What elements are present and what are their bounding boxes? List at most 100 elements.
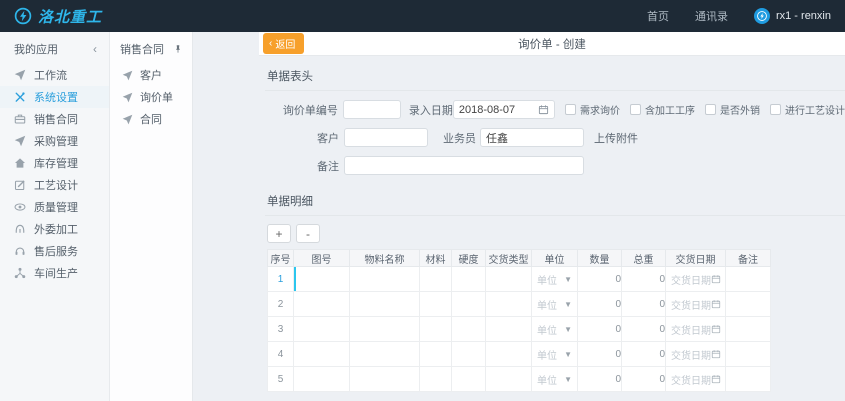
material-cell[interactable]: [420, 292, 452, 317]
entry-date-input[interactable]: 2018-08-07: [453, 100, 555, 119]
qty-cell[interactable]: 0: [578, 342, 622, 367]
add-row-button[interactable]: +: [267, 224, 291, 243]
unit-select-cell[interactable]: 单位▼: [532, 292, 578, 317]
drawing-no-cell[interactable]: [294, 317, 350, 342]
row-number[interactable]: 3: [268, 317, 294, 342]
remark-cell[interactable]: [726, 267, 771, 292]
salesman-input[interactable]: [480, 128, 584, 147]
hardness-cell[interactable]: [452, 292, 486, 317]
qty-cell[interactable]: 0: [578, 267, 622, 292]
hardness-cell[interactable]: [452, 317, 486, 342]
delivery-date-cell[interactable]: 交货日期: [666, 342, 726, 367]
sidebar-item-outsourcing[interactable]: 外委加工: [0, 218, 109, 240]
sidebar-item-after-sales[interactable]: 售后服务: [0, 240, 109, 262]
chevron-down-icon: ▼: [564, 350, 572, 359]
table-row: 1 单位▼ 0 0 交货日期: [268, 267, 771, 292]
remark-cell[interactable]: [726, 367, 771, 392]
drawing-no-cell[interactable]: [294, 367, 350, 392]
delivery-date-cell[interactable]: 交货日期: [666, 367, 726, 392]
back-button[interactable]: ‹ 返回: [263, 33, 304, 54]
upload-attachment-link[interactable]: 上传附件: [594, 130, 638, 146]
unit-select-cell[interactable]: 单位▼: [532, 342, 578, 367]
delivery-type-cell[interactable]: [486, 317, 532, 342]
hardness-cell[interactable]: [452, 342, 486, 367]
material-name-cell[interactable]: [350, 267, 420, 292]
material-name-cell[interactable]: [350, 317, 420, 342]
calendar-icon: [711, 374, 721, 384]
remark-cell[interactable]: [726, 317, 771, 342]
remark-cell[interactable]: [726, 292, 771, 317]
qty-cell[interactable]: 0: [578, 317, 622, 342]
weight-cell[interactable]: 0: [622, 267, 666, 292]
sidebar-item-workshop[interactable]: 车间生产: [0, 262, 109, 284]
checkbox-demand-inquiry[interactable]: 需求询价: [565, 102, 620, 117]
material-cell[interactable]: [420, 342, 452, 367]
checkbox-with-processing[interactable]: 含加工工序: [630, 102, 695, 117]
row-number[interactable]: 2: [268, 292, 294, 317]
sidebar-item-inventory[interactable]: 库存管理: [0, 152, 109, 174]
hardness-cell[interactable]: [452, 367, 486, 392]
user-menu[interactable]: rx1 - renxin: [754, 8, 831, 24]
drawing-no-cell[interactable]: [294, 342, 350, 367]
weight-cell[interactable]: 0: [622, 342, 666, 367]
remark-cell[interactable]: [726, 342, 771, 367]
nav-home[interactable]: 首页: [647, 8, 669, 24]
inquiry-no-input[interactable]: [343, 100, 401, 119]
delivery-type-cell[interactable]: [486, 367, 532, 392]
sidebar-item-system-settings[interactable]: 系统设置: [0, 86, 109, 108]
submenu: 销售合同 客户 询价单 合同: [110, 32, 193, 401]
sidebar-item-quality[interactable]: 质量管理: [0, 196, 109, 218]
remove-row-button[interactable]: -: [296, 224, 320, 243]
material-cell[interactable]: [420, 317, 452, 342]
sidebar-item-purchase[interactable]: 采购管理: [0, 130, 109, 152]
col-qty: 数量: [578, 250, 622, 267]
material-name-cell[interactable]: [350, 367, 420, 392]
delivery-date-cell[interactable]: 交货日期: [666, 267, 726, 292]
material-name-cell[interactable]: [350, 292, 420, 317]
checkbox-box[interactable]: [770, 104, 781, 115]
checkbox-box[interactable]: [630, 104, 641, 115]
checkbox-box[interactable]: [565, 104, 576, 115]
drawing-no-cell[interactable]: [294, 267, 350, 292]
qty-cell[interactable]: 0: [578, 292, 622, 317]
drawing-no-cell[interactable]: [294, 292, 350, 317]
hardness-cell[interactable]: [452, 267, 486, 292]
sidebar-item-workflow[interactable]: 工作流: [0, 64, 109, 86]
material-cell[interactable]: [420, 267, 452, 292]
checkbox-export[interactable]: 是否外销: [705, 102, 760, 117]
sidebar-title: 我的应用: [14, 41, 58, 57]
weight-cell[interactable]: 0: [622, 292, 666, 317]
hand-icon: [14, 223, 26, 235]
submenu-item-inquiry[interactable]: 询价单: [110, 86, 192, 108]
delivery-date-cell[interactable]: 交货日期: [666, 292, 726, 317]
topbar: 洛北重工 首页 通讯录 rx1 - renxin: [0, 0, 845, 32]
pin-icon[interactable]: [173, 44, 183, 54]
delivery-type-cell[interactable]: [486, 342, 532, 367]
checkbox-process-design[interactable]: 进行工艺设计: [770, 102, 845, 117]
material-name-cell[interactable]: [350, 342, 420, 367]
material-cell[interactable]: [420, 367, 452, 392]
qty-cell[interactable]: 0: [578, 367, 622, 392]
row-number[interactable]: 4: [268, 342, 294, 367]
row-number[interactable]: 5: [268, 367, 294, 392]
remark-input[interactable]: [344, 156, 584, 175]
delivery-date-cell[interactable]: 交货日期: [666, 317, 726, 342]
delivery-type-cell[interactable]: [486, 267, 532, 292]
unit-select-cell[interactable]: 单位▼: [532, 317, 578, 342]
row-number[interactable]: 1: [268, 267, 294, 292]
submenu-item-customer[interactable]: 客户: [110, 64, 192, 86]
delivery-type-cell[interactable]: [486, 292, 532, 317]
weight-cell[interactable]: 0: [622, 367, 666, 392]
sidebar-item-sales-contract[interactable]: 销售合同: [0, 108, 109, 130]
col-unit: 单位: [532, 250, 578, 267]
unit-select-cell[interactable]: 单位▼: [532, 367, 578, 392]
unit-select-cell[interactable]: 单位▼: [532, 267, 578, 292]
weight-cell[interactable]: 0: [622, 317, 666, 342]
customer-input[interactable]: [344, 128, 428, 147]
nav-contacts[interactable]: 通讯录: [695, 8, 728, 24]
collapse-icon[interactable]: ‹: [93, 42, 97, 56]
brand-logo[interactable]: 洛北重工: [14, 6, 102, 27]
checkbox-box[interactable]: [705, 104, 716, 115]
sidebar-item-process-design[interactable]: 工艺设计: [0, 174, 109, 196]
submenu-item-contract[interactable]: 合同: [110, 108, 192, 130]
